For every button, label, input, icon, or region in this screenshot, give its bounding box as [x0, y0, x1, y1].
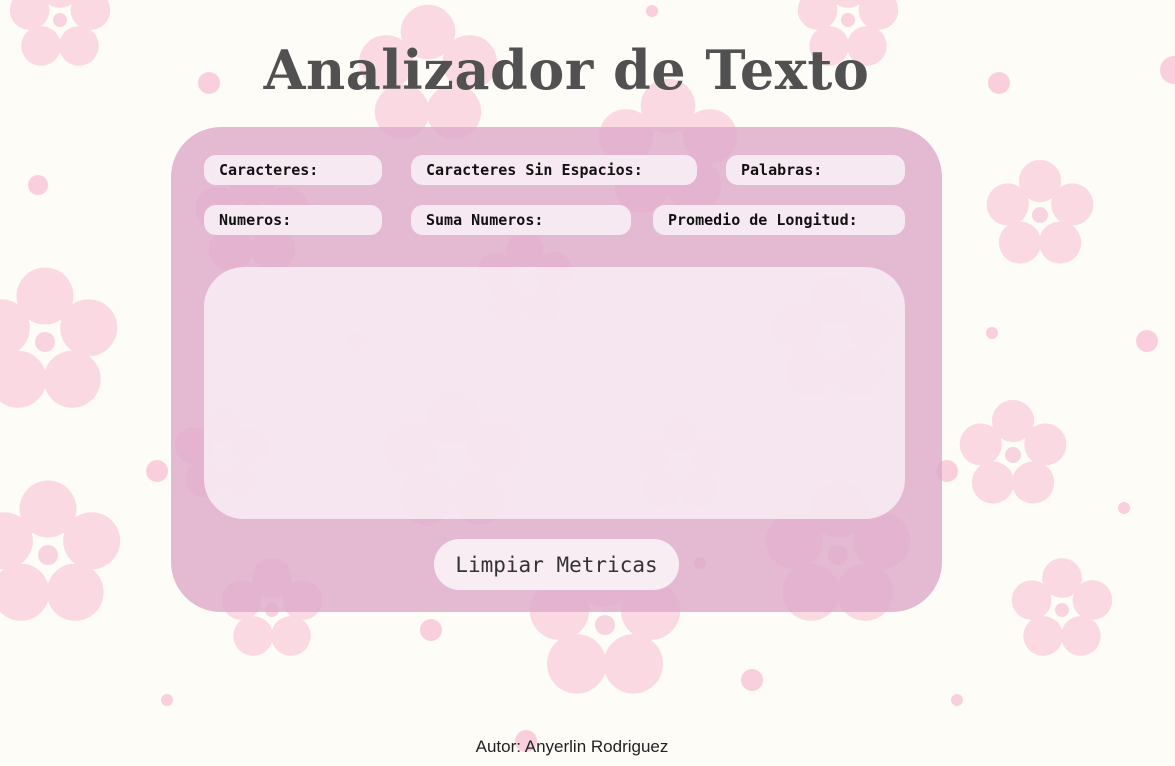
text-input-area[interactable] [204, 267, 905, 519]
clear-metrics-button[interactable]: Limpiar Metricas [434, 539, 679, 590]
metric-promedio-longitud: Promedio de Longitud: [653, 205, 905, 235]
metric-caracteres: Caracteres: [204, 155, 382, 185]
metric-caracteres-sin-espacios: Caracteres Sin Espacios: [411, 155, 697, 185]
metric-suma-numeros: Suma Numeros: [411, 205, 631, 235]
author-footer: Autor: Anyerlin Rodriguez [475, 737, 669, 756]
metric-numeros: Numeros: [204, 205, 382, 235]
metric-palabras: Palabras: [726, 155, 905, 185]
analyzer-card: Caracteres: Caracteres Sin Espacios: Pal… [171, 127, 942, 612]
page-title: Analizador de Texto [263, 38, 870, 102]
